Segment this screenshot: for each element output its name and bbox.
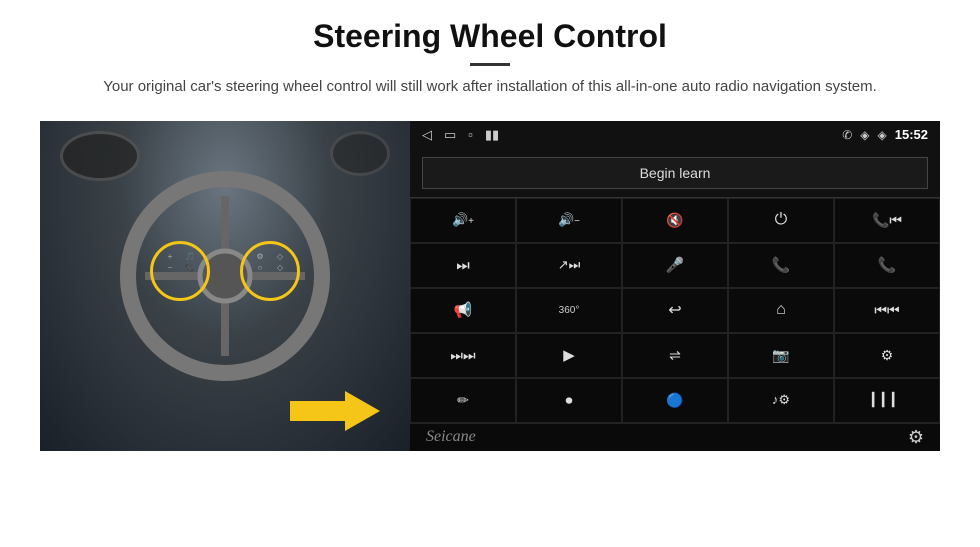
left-btn-circle: +🎵 −📞 — [150, 241, 210, 301]
status-right: ✆ ◈ ◈ 15:52 — [842, 127, 928, 142]
begin-learn-row: Begin learn — [410, 149, 940, 197]
phone-status-icon: ✆ — [842, 128, 852, 142]
call-button[interactable]: 📞 — [728, 243, 834, 288]
edit-button[interactable]: ✏ — [410, 378, 516, 423]
seicane-logo: Seicane — [426, 428, 476, 446]
spectrum-button[interactable]: ▎▎▎ — [834, 378, 940, 423]
recent-nav-icon[interactable]: ▫ — [468, 127, 473, 142]
wifi-icon: ◈ — [878, 128, 887, 142]
end-call-button[interactable]: 📞 — [834, 243, 940, 288]
fast-forward-button[interactable]: ⏭⏭ — [410, 333, 516, 378]
back-nav-icon[interactable]: ◁ — [422, 127, 432, 143]
control-grid: 🔊+ 🔊− 🔇 ⏻ 📞⏮ ⏭ ↗⏭ — [410, 197, 940, 423]
location-icon: ◈ — [860, 128, 869, 142]
radio-ui: ◁ ▭ ▫ ▮▮ ✆ ◈ ◈ 15:52 Begin learn — [410, 121, 940, 451]
time-display: 15:52 — [895, 127, 928, 142]
mute-button[interactable]: 🔇 — [622, 198, 728, 243]
settings-icon[interactable]: ⚙ — [908, 427, 924, 448]
steering-wheel: +🎵 −📞 ⚙◇ ○◇ — [120, 171, 330, 381]
record-button[interactable]: ⏺ — [516, 378, 622, 423]
title-divider — [470, 63, 510, 66]
power-button[interactable]: ⏻ — [728, 198, 834, 243]
status-bar: ◁ ▭ ▫ ▮▮ ✆ ◈ ◈ 15:52 — [410, 121, 940, 149]
page-title: Steering Wheel Control — [103, 18, 877, 55]
page-wrapper: Steering Wheel Control Your original car… — [0, 0, 980, 547]
content-row: +🎵 −📞 ⚙◇ ○◇ — [40, 121, 940, 451]
switch-button[interactable]: ⇌ — [622, 333, 728, 378]
vol-up-button[interactable]: 🔊+ — [410, 198, 516, 243]
music-settings-button[interactable]: ♪⚙ — [728, 378, 834, 423]
speaker-button[interactable]: 📢 — [410, 288, 516, 333]
bluetooth-button[interactable]: 🔵 — [622, 378, 728, 423]
camera-button[interactable]: 📷 — [728, 333, 834, 378]
subtitle: Your original car's steering wheel contr… — [103, 76, 877, 99]
prev-track-button[interactable]: 📞⏮ — [834, 198, 940, 243]
vol-down-button[interactable]: 🔊− — [516, 198, 622, 243]
begin-learn-button[interactable]: Begin learn — [422, 157, 928, 189]
car-image: +🎵 −📞 ⚙◇ ○◇ — [40, 121, 410, 451]
right-btn-circle: ⚙◇ ○◇ — [240, 241, 300, 301]
360-view-button[interactable]: 360° — [516, 288, 622, 333]
prev-chapter-button[interactable]: ⏮⏮ — [834, 288, 940, 333]
status-left: ◁ ▭ ▫ ▮▮ — [422, 127, 499, 143]
equalizer-button[interactable]: ⚙ — [834, 333, 940, 378]
navigate-button[interactable]: ▶ — [516, 333, 622, 378]
home-button[interactable]: ⌂ — [728, 288, 834, 333]
signal-icon: ▮▮ — [485, 127, 499, 143]
home-nav-icon[interactable]: ▭ — [444, 127, 456, 143]
bottom-bar: Seicane ⚙ — [410, 423, 940, 451]
shuffle-next-button[interactable]: ↗⏭ — [516, 243, 622, 288]
back-button[interactable]: ↩ — [622, 288, 728, 333]
next-button[interactable]: ⏭ — [410, 243, 516, 288]
yellow-arrow — [290, 391, 380, 431]
title-section: Steering Wheel Control Your original car… — [103, 18, 877, 113]
mic-button[interactable]: 🎤 — [622, 243, 728, 288]
